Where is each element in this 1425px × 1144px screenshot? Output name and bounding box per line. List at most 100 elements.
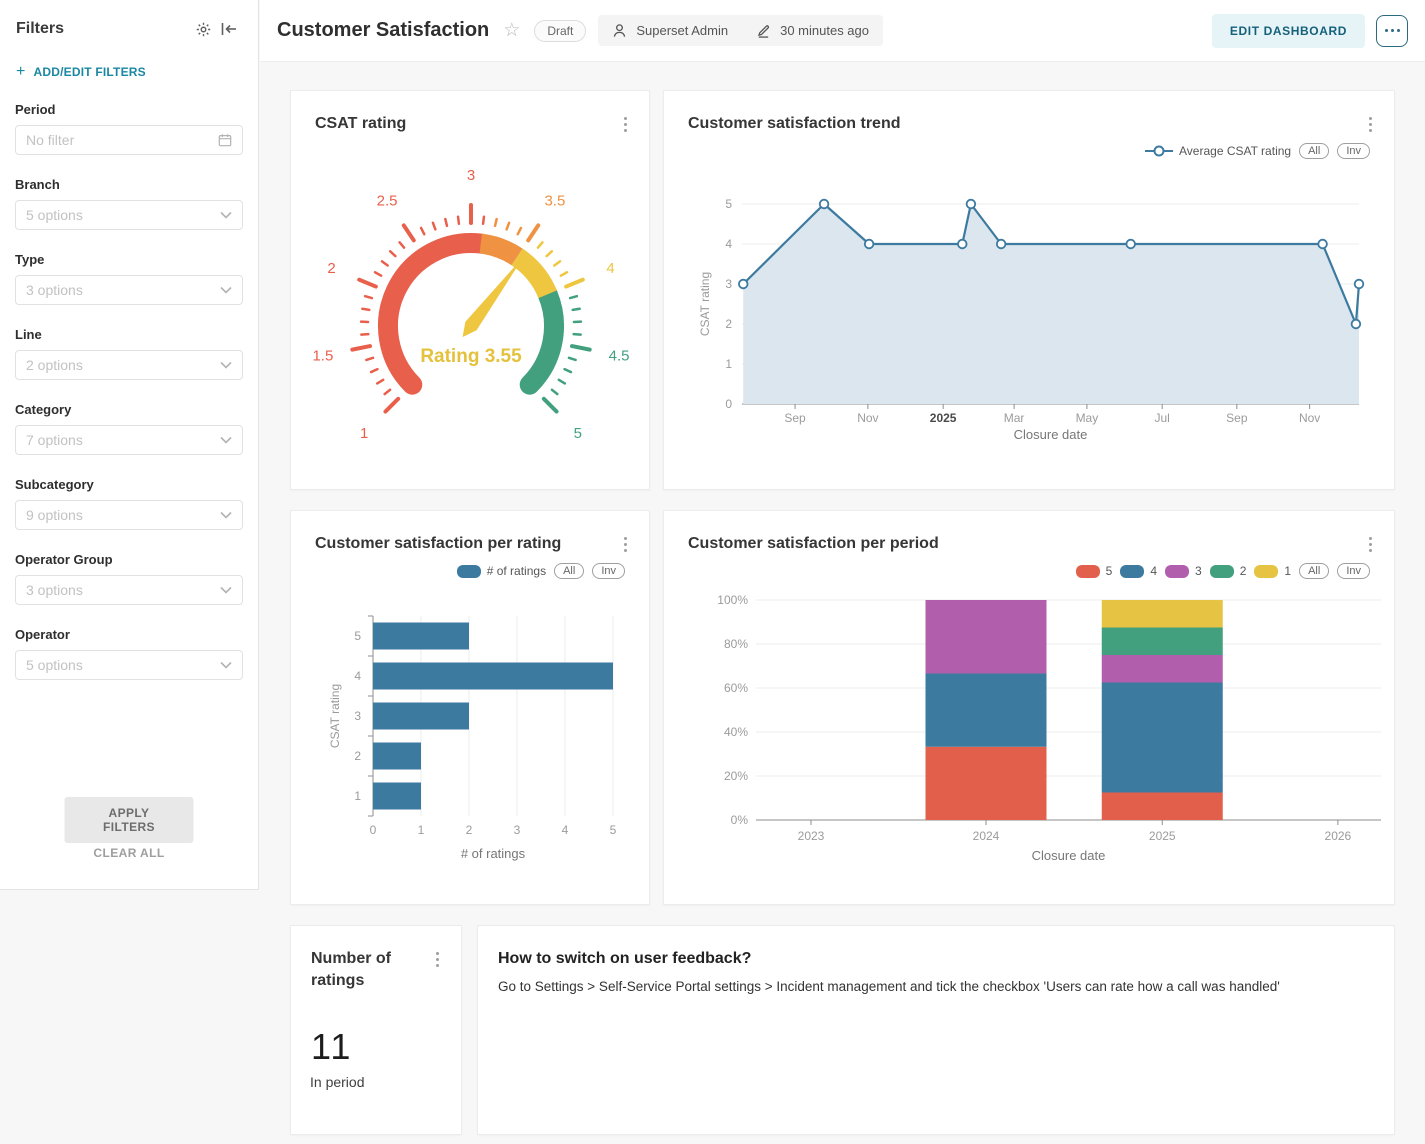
svg-text:5: 5: [354, 629, 361, 643]
svg-text:1.5: 1.5: [312, 347, 333, 364]
legend-item-num-ratings[interactable]: # of ratings: [456, 564, 546, 578]
svg-text:2: 2: [725, 317, 732, 331]
svg-text:CSAT rating: CSAT rating: [698, 272, 712, 336]
chart-menu-icon[interactable]: [1367, 535, 1374, 554]
chart-menu-icon[interactable]: [434, 950, 441, 969]
chart-title: Customer satisfaction per rating: [315, 535, 562, 552]
chart-menu-icon[interactable]: [1367, 115, 1374, 134]
svg-text:Nov: Nov: [1299, 411, 1320, 425]
user-icon: [614, 24, 626, 37]
trend-line-chart: 0 1 2 3 4 5 Sep Nov 2025 Mar May Jul Sep Nov Closure d…: [698, 197, 1365, 442]
svg-text:2025: 2025: [930, 411, 957, 425]
operator-filter-select[interactable]: 5 options: [15, 650, 243, 680]
more-options-button[interactable]: [1376, 14, 1408, 47]
legend-swatch: [456, 564, 481, 578]
legend-item-rating-3[interactable]: 3: [1165, 564, 1202, 578]
legend-inv-pill[interactable]: Inv: [592, 563, 625, 579]
csat-gauge-chart: 1 1.5 2 2.5 3 3.5 4 4.5 5 Rating 3.55: [312, 167, 629, 442]
svg-text:Nov: Nov: [857, 411, 878, 425]
chevron-down-icon: [220, 211, 232, 219]
edit-dashboard-button[interactable]: EDIT DASHBOARD: [1211, 13, 1365, 48]
chevron-down-icon: [220, 586, 232, 594]
gear-icon[interactable]: [190, 16, 216, 42]
svg-text:Sep: Sep: [1226, 411, 1248, 425]
svg-text:4: 4: [606, 260, 614, 277]
legend-item-rating-4[interactable]: 4: [1120, 564, 1157, 578]
apply-filters-button[interactable]: APPLY FILTERS: [64, 797, 194, 843]
subcategory-filter-select[interactable]: 9 options: [15, 500, 243, 530]
legend-inv-pill[interactable]: Inv: [1337, 143, 1370, 159]
status-badge: Draft: [534, 19, 587, 42]
svg-text:5: 5: [610, 823, 617, 837]
chart-menu-icon[interactable]: [622, 535, 629, 554]
category-filter-select[interactable]: 7 options: [15, 425, 243, 455]
svg-text:1: 1: [418, 823, 425, 837]
svg-text:3: 3: [354, 709, 361, 723]
legend-all-pill[interactable]: All: [554, 563, 585, 579]
svg-text:80%: 80%: [724, 637, 748, 651]
legend-item-rating-5[interactable]: 5: [1075, 564, 1112, 578]
chart-title: CSAT rating: [315, 115, 407, 132]
legend-swatch: [1165, 564, 1190, 578]
plus-icon: +: [16, 63, 26, 80]
markdown-body: Go to Settings > Self-Service Portal set…: [498, 979, 1280, 994]
legend-inv-pill[interactable]: Inv: [1337, 563, 1370, 579]
page-title: Customer Satisfaction: [277, 19, 490, 41]
svg-text:CSAT rating: CSAT rating: [328, 684, 342, 748]
operator-group-filter-select[interactable]: 3 options: [15, 575, 243, 605]
dashboard-meta: Superset Admin 30 minutes ago: [598, 15, 884, 46]
svg-text:20%: 20%: [724, 769, 748, 783]
big-number-subtitle: In period: [310, 1074, 365, 1090]
chart-menu-icon[interactable]: [622, 115, 629, 134]
svg-text:0: 0: [370, 823, 377, 837]
svg-text:2025: 2025: [1149, 829, 1176, 843]
type-filter-select[interactable]: 3 options: [15, 275, 243, 305]
owner-name: Superset Admin: [636, 23, 729, 38]
chart-title: Customer satisfaction trend: [688, 115, 901, 132]
legend-all-pill[interactable]: All: [1299, 563, 1330, 579]
period-filter-input[interactable]: No filter: [15, 125, 243, 155]
legend-swatch: [1209, 564, 1234, 578]
svg-text:Jul: Jul: [1155, 411, 1170, 425]
legend-swatch: [1254, 564, 1279, 578]
filter-label-operator-group: Operator Group: [15, 552, 113, 567]
filter-label-subcategory: Subcategory: [15, 477, 94, 492]
svg-text:2: 2: [327, 260, 335, 277]
add-edit-filters-button[interactable]: + ADD/EDIT FILTERS: [16, 64, 242, 80]
svg-text:Rating 3.55: Rating 3.55: [420, 346, 522, 367]
line-filter-select[interactable]: 2 options: [15, 350, 243, 380]
number-of-ratings-card: Number of ratings 11 In period: [290, 925, 462, 1135]
chevron-down-icon: [220, 361, 232, 369]
svg-text:0%: 0%: [731, 813, 749, 827]
svg-text:5: 5: [725, 197, 732, 211]
satisfaction-per-period-card: Customer satisfaction per period 54321 A…: [663, 510, 1395, 905]
svg-text:2.5: 2.5: [377, 192, 398, 209]
chevron-down-icon: [220, 436, 232, 444]
svg-text:Sep: Sep: [784, 411, 806, 425]
svg-text:3.5: 3.5: [544, 192, 565, 209]
per-period-legend: 54321 All Inv: [1075, 563, 1370, 579]
per-period-stacked-bar-chart: 0% 20% 40% 60% 80% 100% 2023 2024 2025 2026 Closur…: [717, 593, 1381, 863]
svg-text:# of ratings: # of ratings: [461, 846, 526, 861]
csat-rating-gauge-card: CSAT rating 1 1.5 2 2.5 3 3.5 4 4.5 5 Rating 3.55: [290, 90, 650, 490]
svg-text:40%: 40%: [724, 725, 748, 739]
trend-legend: Average CSAT rating All Inv: [1145, 143, 1370, 159]
branch-filter-select[interactable]: 5 options: [15, 200, 243, 230]
svg-text:100%: 100%: [717, 593, 748, 607]
legend-item-rating-1[interactable]: 1: [1254, 564, 1291, 578]
calendar-icon: [218, 134, 232, 147]
legend-swatch: [1120, 564, 1145, 578]
svg-text:May: May: [1076, 411, 1099, 425]
collapse-panel-icon[interactable]: [216, 16, 242, 42]
svg-text:2026: 2026: [1325, 829, 1352, 843]
favorite-star-icon[interactable]: ☆: [503, 19, 520, 42]
filters-panel-title: Filters: [16, 20, 65, 37]
clear-all-button[interactable]: CLEAR ALL: [0, 846, 258, 860]
legend-item-average-csat[interactable]: Average CSAT rating: [1145, 144, 1291, 158]
per-rating-bar-chart: 0 1 2 3 4 5 5 4 3 2 1 # of ratings CSAT rating: [328, 615, 617, 861]
svg-text:Closure date: Closure date: [1014, 427, 1088, 442]
big-number-value: 11: [311, 1026, 353, 1067]
legend-item-rating-2[interactable]: 2: [1209, 564, 1246, 578]
filter-label-period: Period: [15, 102, 56, 117]
legend-all-pill[interactable]: All: [1299, 143, 1330, 159]
